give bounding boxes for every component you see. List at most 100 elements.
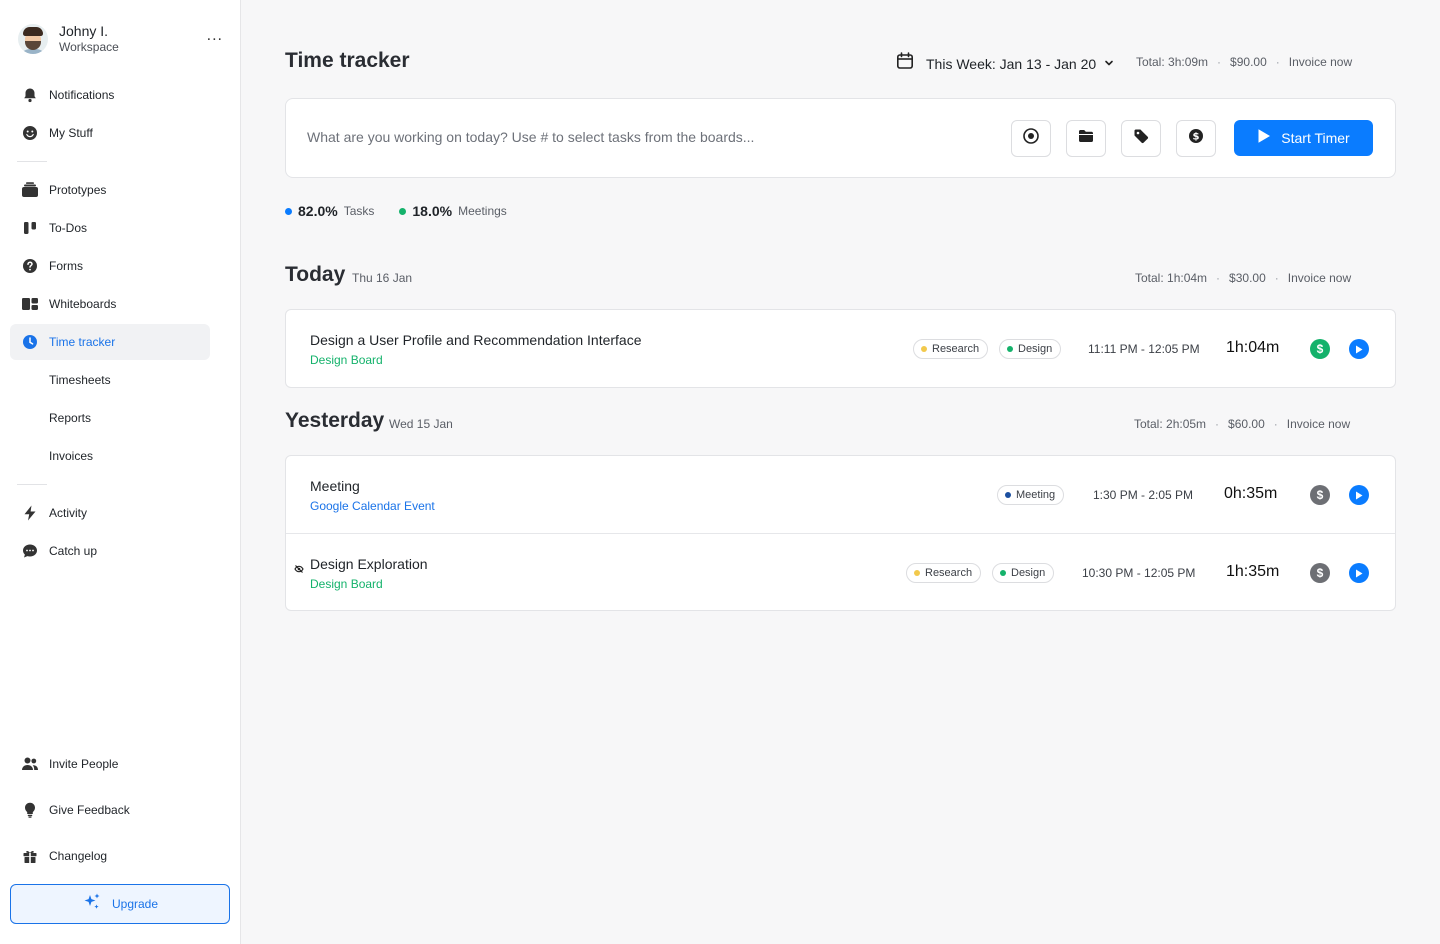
sidebar-item-label: Give Feedback — [49, 803, 130, 817]
entry-board-link[interactable]: Design Board — [310, 353, 383, 367]
separator: · — [1273, 417, 1278, 431]
tag-research[interactable]: Research — [913, 339, 989, 359]
page-title: Time tracker — [285, 49, 410, 72]
separator: · — [1216, 271, 1221, 285]
time-entry[interactable]: Design a User Profile and Recommendation… — [286, 310, 1395, 387]
sidebar-item-notifications[interactable]: Notifications — [10, 77, 210, 113]
user-profile[interactable]: Johny I. Workspace ... — [18, 22, 223, 56]
hidden-eye-icon[interactable] — [294, 561, 304, 579]
entry-duration[interactable]: 0h:35m — [1224, 485, 1277, 503]
entry-calendar-link[interactable]: Google Calendar Event — [310, 499, 435, 513]
yesterday-entries: Meeting Google Calendar Event Meeting 1:… — [285, 455, 1396, 611]
user-name: Johny I. — [59, 23, 109, 39]
clock-icon — [21, 333, 39, 351]
day-totals-yesterday: Total: 2h:05m · $60.00 · Invoice now — [1134, 417, 1350, 431]
today-entries: Design a User Profile and Recommendation… — [285, 309, 1396, 388]
time-entry[interactable]: Design Exploration Design Board Research… — [286, 533, 1395, 610]
folder-icon — [1078, 129, 1094, 148]
upgrade-button[interactable]: Upgrade — [10, 884, 230, 924]
record-button[interactable] — [1011, 120, 1051, 157]
billable-dollar-icon[interactable]: $ — [1310, 339, 1330, 359]
sidebar-item-prototypes[interactable]: Prototypes — [10, 172, 210, 208]
sidebar-item-label: My Stuff — [49, 126, 93, 140]
sidebar-item-invoices[interactable]: Invoices — [10, 438, 210, 474]
sidebar-item-label: Time tracker — [49, 335, 116, 349]
stat-label: Meetings — [458, 204, 507, 218]
divider — [17, 161, 47, 162]
kanban-icon — [21, 219, 39, 237]
sidebar-item-reports[interactable]: Reports — [10, 400, 210, 436]
bell-icon — [21, 86, 39, 104]
tag-label: Research — [925, 567, 973, 579]
sidebar-item-time-tracker[interactable]: Time tracker — [10, 324, 210, 360]
sidebar-item-todos[interactable]: To-Dos — [10, 210, 210, 246]
tag-research[interactable]: Research — [906, 563, 982, 583]
upgrade-label: Upgrade — [111, 897, 159, 911]
entry-time-range[interactable]: 11:11 PM - 12:05 PM — [1088, 342, 1200, 356]
project-button[interactable] — [1066, 120, 1106, 157]
chevron-down-icon — [1104, 55, 1114, 73]
sidebar-item-my-stuff[interactable]: My Stuff — [10, 115, 210, 151]
tag-label: Design — [1011, 567, 1046, 579]
billable-button[interactable]: $ — [1176, 120, 1216, 157]
tag-button[interactable] — [1121, 120, 1161, 157]
entry-time-range[interactable]: 10:30 PM - 12:05 PM — [1082, 566, 1195, 580]
tag-design[interactable]: Design — [992, 563, 1055, 583]
sidebar-item-catch-up[interactable]: Catch up — [10, 533, 210, 569]
sidebar-item-activity[interactable]: Activity — [10, 495, 210, 531]
dollar-icon: $ — [1188, 128, 1204, 149]
play-icon[interactable] — [1349, 485, 1369, 505]
svg-text:$: $ — [1193, 132, 1200, 143]
tasks-dot — [285, 207, 292, 215]
invoice-now-link[interactable]: Invoice now — [1288, 271, 1351, 285]
whiteboard-icon — [21, 295, 39, 313]
sidebar-item-label: Prototypes — [49, 183, 107, 197]
meetings-dot — [399, 207, 407, 215]
sidebar-item-forms[interactable]: Forms — [10, 248, 210, 284]
entry-duration[interactable]: 1h:35m — [1226, 563, 1279, 581]
entry-time-range[interactable]: 1:30 PM - 2:05 PM — [1093, 488, 1193, 502]
dollar-icon[interactable]: $ — [1310, 485, 1330, 505]
avatar — [18, 24, 48, 54]
workspace-name: Workspace — [59, 40, 119, 54]
sidebar-item-label: Notifications — [49, 88, 115, 102]
sidebar-item-label: Timesheets — [49, 373, 111, 387]
tag-label: Design — [1018, 343, 1053, 355]
stat-meetings: 18.0% Meetings — [399, 203, 507, 219]
gift-icon — [21, 847, 39, 865]
tag-design[interactable]: Design — [999, 339, 1062, 359]
more-options-icon[interactable]: ... — [207, 27, 223, 45]
day-date-yesterday: Wed 15 Jan — [389, 417, 453, 431]
task-input[interactable] — [307, 129, 907, 145]
play-icon[interactable] — [1349, 563, 1369, 583]
sidebar-item-label: Reports — [49, 411, 92, 425]
entry-board-link[interactable]: Design Board — [310, 577, 383, 591]
entry-title: Meeting — [310, 478, 360, 494]
time-entry[interactable]: Meeting Google Calendar Event Meeting 1:… — [286, 456, 1395, 533]
tag-meeting[interactable]: Meeting — [997, 485, 1065, 505]
chat-bubble-icon — [21, 542, 39, 560]
sidebar-item-invite-people[interactable]: Invite People — [10, 746, 210, 782]
start-timer-button[interactable]: Start Timer — [1234, 120, 1373, 156]
sidebar-item-changelog[interactable]: Changelog — [10, 838, 210, 874]
sidebar-item-whiteboards[interactable]: Whiteboards — [10, 286, 210, 322]
sidebar-item-give-feedback[interactable]: Give Feedback — [10, 792, 210, 828]
tag-label: Meeting — [1016, 489, 1056, 501]
calendar-icon — [896, 52, 914, 75]
invoice-now-link[interactable]: Invoice now — [1287, 417, 1350, 431]
play-icon[interactable] — [1349, 339, 1369, 359]
total-time: Total: 3h:09m — [1136, 55, 1209, 69]
entry-duration[interactable]: 1h:04m — [1226, 339, 1279, 357]
users-icon — [21, 755, 39, 773]
week-selector[interactable]: This Week: Jan 13 - Jan 20 — [896, 52, 1114, 75]
entry-title: Design a User Profile and Recommendation… — [310, 332, 642, 348]
dollar-icon[interactable]: $ — [1310, 563, 1330, 583]
sidebar-item-timesheets[interactable]: Timesheets — [10, 362, 210, 398]
lightbulb-icon — [21, 801, 39, 819]
invoice-now-link[interactable]: Invoice now — [1289, 55, 1352, 69]
week-totals: Total: 3h:09m · $90.00 · Invoice now — [1136, 55, 1352, 69]
sparkle-icon — [82, 892, 102, 917]
record-icon — [1022, 127, 1040, 150]
day-title-yesterday: Yesterday — [285, 409, 385, 432]
smiley-icon — [21, 124, 39, 142]
